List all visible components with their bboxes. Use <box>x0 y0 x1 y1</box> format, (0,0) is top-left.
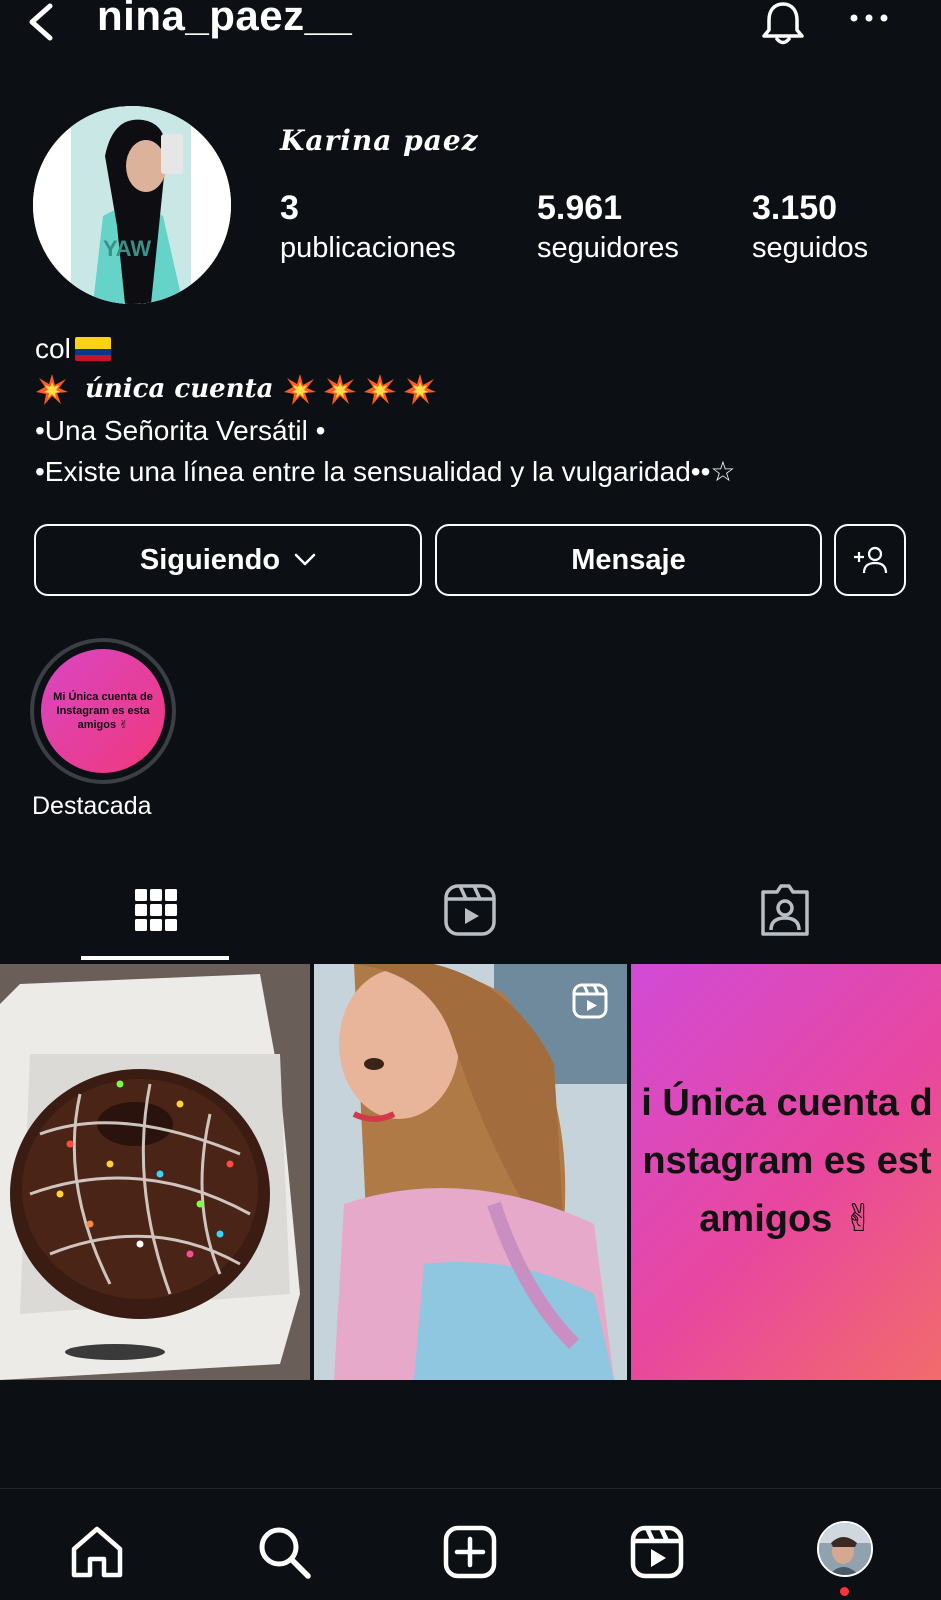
story-highlight[interactable]: Mi Única cuenta de Instagram es esta ami… <box>30 638 176 784</box>
post-text-line: i Única cuenta d <box>641 1082 933 1124</box>
home-icon[interactable] <box>68 1523 126 1581</box>
post-text-line: nstagram es est <box>642 1140 932 1182</box>
following-stat[interactable]: 3.150 seguidos <box>752 188 868 268</box>
profile-username: nina_paez__ <box>97 0 353 39</box>
avatar-image: YAW <box>33 106 231 304</box>
notification-dot <box>840 1587 849 1596</box>
post-text-overlay: i Única cuenta d nstagram es est amigos … <box>631 1074 941 1248</box>
posts-count: 3 <box>280 189 299 227</box>
selfie-photo <box>314 964 627 1380</box>
post-thumbnail[interactable] <box>0 964 310 1380</box>
create-icon[interactable] <box>441 1523 499 1581</box>
add-user-icon <box>854 546 888 574</box>
followers-label: seguidores <box>537 232 679 264</box>
bio-line-country: col <box>35 328 735 369</box>
post-thumbnail[interactable]: i Única cuenta d nstagram es est amigos … <box>631 964 941 1380</box>
bio-country-text: col <box>35 333 71 364</box>
display-name: Karina paez <box>280 124 479 157</box>
following-button-label: Siguiendo <box>139 543 281 576</box>
reels-icon[interactable] <box>440 880 500 940</box>
more-horizontal-icon[interactable] <box>846 6 892 30</box>
message-button[interactable]: Mensaje <box>435 524 822 596</box>
chevron-left-icon[interactable] <box>22 0 62 44</box>
profile-avatar[interactable]: YAW <box>33 106 231 304</box>
bio-line-unica: única cuenta <box>35 369 735 410</box>
colombia-flag-icon <box>74 336 111 361</box>
grid-icon[interactable] <box>126 880 186 940</box>
bio-line-quote: •Existe una línea entre la sensualidad y… <box>35 456 736 487</box>
bell-icon[interactable] <box>758 0 808 46</box>
collision-icon <box>36 373 68 405</box>
following-button[interactable]: Siguiendo <box>34 524 422 596</box>
posts-label: publicaciones <box>280 232 456 264</box>
search-icon[interactable] <box>255 1523 313 1581</box>
message-button-label: Mensaje <box>571 543 686 576</box>
following-label: seguidos <box>752 232 869 264</box>
highlight-cover: Mi Única cuenta de Instagram es esta ami… <box>41 649 165 773</box>
profile-avatar-image <box>819 1523 871 1575</box>
bio-unica-text: única cuenta <box>85 374 274 404</box>
profile-avatar[interactable] <box>817 1521 873 1577</box>
profile-header: nina_paez__ <box>0 0 941 50</box>
add-user-button[interactable] <box>834 524 906 596</box>
following-count: 3.150 <box>752 189 838 227</box>
highlight-label[interactable]: Destacada <box>32 792 152 821</box>
svg-text:YAW: YAW <box>103 236 151 261</box>
followers-stat[interactable]: 5.961 seguidores <box>537 188 679 268</box>
chevron-down-icon <box>294 553 316 566</box>
post-text-line: amigos ✌ <box>699 1198 875 1240</box>
active-tab-indicator <box>81 956 229 960</box>
reel-badge-icon <box>572 983 608 1019</box>
donut-photo <box>0 964 310 1380</box>
tagged-icon[interactable] <box>755 880 815 940</box>
bottom-navigation <box>0 1488 941 1600</box>
collision-icon <box>364 373 397 405</box>
collision-icon <box>404 373 437 405</box>
collision-icon <box>284 373 317 405</box>
reels-icon[interactable] <box>628 1523 686 1581</box>
bio-line-versatil: •Una Señorita Versátil • <box>35 415 326 446</box>
posts-stat[interactable]: 3 publicaciones <box>280 188 456 268</box>
post-thumbnail[interactable] <box>314 964 627 1380</box>
profile-bio: col única cuenta •Una Señorita Versátil … <box>35 328 735 492</box>
followers-count: 5.961 <box>537 189 623 227</box>
collision-icon <box>324 373 357 405</box>
